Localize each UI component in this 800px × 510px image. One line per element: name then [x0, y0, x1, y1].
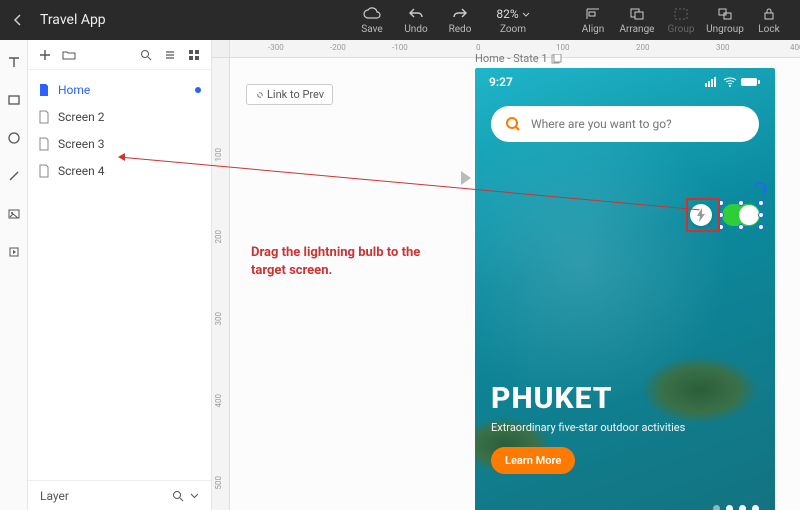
arrange-button[interactable]: Arrange	[616, 2, 658, 38]
artboard-enter-arrow-icon	[460, 170, 474, 186]
toggle-switch[interactable]	[722, 204, 760, 226]
layer-dropdown-icon[interactable]	[190, 493, 199, 499]
learn-more-button[interactable]: Learn More	[491, 447, 575, 474]
pen-tool[interactable]	[6, 168, 22, 184]
screen-label: Screen 3	[58, 137, 104, 151]
top-toolbar: Travel App Save Undo Redo 82% Zoom Align…	[0, 0, 800, 40]
ungroup-icon	[717, 5, 733, 23]
page-icon	[38, 83, 50, 97]
app-title: Travel App	[40, 12, 106, 28]
page-icon	[38, 164, 50, 178]
cloud-icon	[363, 5, 381, 23]
screen-list: Home Screen 2 Screen 3 Screen 4	[28, 70, 211, 480]
search-icon	[505, 116, 521, 132]
screen-item-3[interactable]: Screen 4	[28, 157, 211, 184]
screen-item-1[interactable]: Screen 2	[28, 103, 211, 130]
grid-view-icon[interactable]	[187, 48, 201, 62]
status-bar: 9:27	[475, 68, 775, 96]
hero-subtitle: Extraordinary five-star outdoor activiti…	[491, 420, 685, 435]
align-icon	[585, 5, 601, 23]
layer-search-icon[interactable]	[172, 490, 184, 502]
screen-label: Screen 2	[58, 110, 104, 124]
image-tool[interactable]	[6, 206, 22, 222]
annotation-text: Drag the lightning bulb to the target sc…	[251, 244, 451, 279]
signal-icon	[705, 77, 719, 87]
zoom-control[interactable]: 82% Zoom	[483, 2, 543, 38]
ungroup-button[interactable]: Ungroup	[704, 2, 746, 38]
interaction-widget[interactable]	[690, 204, 760, 226]
rect-tool[interactable]	[6, 92, 22, 108]
lock-button[interactable]: Lock	[748, 2, 790, 38]
lock-icon	[762, 5, 776, 23]
screen-label: Screen 4	[58, 164, 104, 178]
status-time: 9:27	[489, 75, 513, 89]
layer-label: Layer	[40, 489, 69, 503]
artboard-label: Home - State 1	[475, 52, 563, 65]
align-button[interactable]: Align	[572, 2, 614, 38]
phone-artboard[interactable]: 9:27 PHUKET Extraordinary five-star outd…	[475, 68, 775, 510]
search-input[interactable]	[531, 117, 745, 131]
undo-button[interactable]: Undo	[395, 2, 437, 38]
tool-rail	[0, 40, 28, 510]
refresh-icon[interactable]	[752, 180, 768, 196]
page-indicator[interactable]	[713, 505, 759, 510]
lightning-icon[interactable]	[690, 204, 712, 226]
panel-toolbar	[28, 40, 211, 70]
page-icon	[38, 137, 50, 151]
ruler-vertical: 100200300400500	[212, 58, 230, 510]
battery-icon	[741, 77, 761, 87]
hero-block: PHUKET Extraordinary five-star outdoor a…	[491, 381, 685, 474]
search-field[interactable]	[491, 106, 759, 142]
screen-item-0[interactable]: Home	[28, 76, 211, 103]
back-button[interactable]	[10, 12, 26, 28]
page-icon	[38, 110, 50, 124]
list-view-icon[interactable]	[163, 48, 177, 62]
ruler-corner	[212, 40, 230, 58]
screen-label: Home	[58, 83, 90, 97]
search-icon[interactable]	[139, 48, 153, 62]
ellipse-tool[interactable]	[6, 130, 22, 146]
add-screen-button[interactable]	[38, 48, 52, 62]
active-dot-icon	[195, 87, 201, 93]
link-to-prev-button[interactable]: Link to Prev	[246, 84, 333, 105]
hero-title: PHUKET	[491, 381, 685, 416]
component-tool[interactable]	[6, 244, 22, 260]
panel-footer: Layer	[28, 480, 211, 510]
arrange-icon	[629, 5, 645, 23]
folder-button[interactable]	[62, 48, 76, 62]
redo-icon	[452, 5, 468, 23]
text-tool[interactable]	[6, 54, 22, 70]
group-icon	[673, 5, 689, 23]
screens-panel: Home Screen 2 Screen 3 Screen 4 Layer	[28, 40, 212, 510]
redo-button[interactable]: Redo	[439, 2, 481, 38]
group-button[interactable]: Group	[660, 2, 702, 38]
undo-icon	[408, 5, 424, 23]
save-button[interactable]: Save	[351, 2, 393, 38]
wifi-icon	[723, 77, 737, 87]
